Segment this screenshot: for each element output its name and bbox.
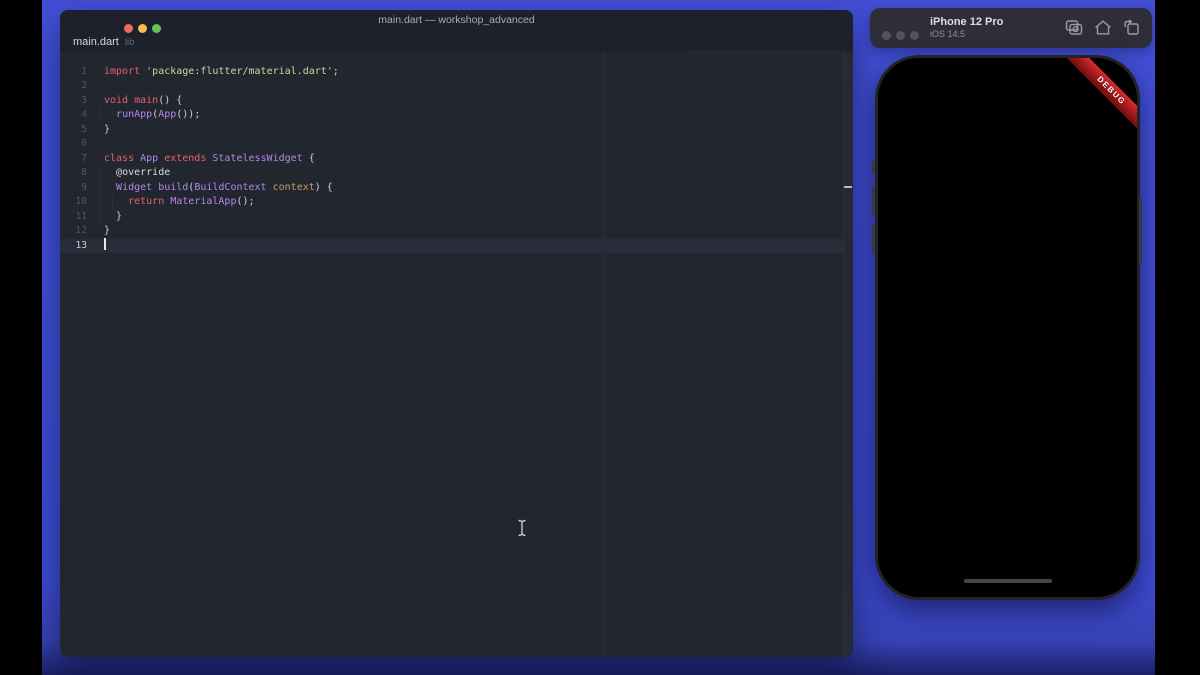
editor-window: main.dart — workshop_advanced main.dart l… [60, 10, 853, 657]
mouse-cursor-ibeam [516, 519, 528, 537]
code-line-4[interactable]: 4 runApp(App()); [60, 108, 843, 123]
line-number: 9 [81, 181, 87, 193]
code-line-1[interactable]: 1 import 'package:flutter/material.dart'; [60, 65, 843, 80]
code-editor[interactable]: 1 import 'package:flutter/material.dart';… [60, 52, 853, 657]
code-line-12[interactable]: 12} [60, 224, 843, 239]
line-number: 2 [81, 80, 87, 91]
code-line-10[interactable]: 10 return MaterialApp(); [60, 195, 843, 210]
simulator-os-version: iOS 14.5 [930, 29, 966, 39]
line-number: 10 [75, 196, 87, 207]
line-number: 13 [75, 239, 87, 251]
scrollbar-track[interactable] [843, 52, 853, 657]
tab-directory-hint: lib [124, 37, 135, 48]
code-line-8[interactable]: 8 @override [60, 166, 843, 181]
window-title: main.dart — workshop_advanced [378, 14, 535, 26]
line-number: 1 [81, 65, 87, 77]
sim-minimize-button[interactable] [896, 31, 905, 40]
line-number: 11 [75, 210, 87, 222]
line-number: 3 [81, 94, 87, 106]
tab-main-dart[interactable]: main.dart lib [73, 30, 134, 52]
sim-close-button[interactable] [882, 31, 891, 40]
simulator-toolbar: iPhone 12 Pro iOS 14.5 [870, 8, 1152, 48]
tab-bar: main.dartlib ⠿ Ⅱ ↷ ↓ ↑ ⚡ ↺ □ [60, 30, 853, 75]
volume-up-button [872, 186, 875, 216]
power-button [1139, 197, 1142, 265]
code-line-5[interactable]: 5} [60, 123, 843, 138]
code-line-7[interactable]: 7 class App extends StatelessWidget { [60, 152, 843, 167]
overview-ruler-cursor-mark [844, 186, 852, 188]
simulator-actions [1064, 8, 1142, 48]
window-header: main.dart — workshop_advanced main.dart l… [60, 10, 853, 75]
text-caret [104, 237, 106, 250]
simulator-device-name: iPhone 12 Pro [930, 16, 1004, 28]
home-indicator[interactable] [963, 578, 1052, 583]
code-line-6[interactable]: 6 [60, 137, 843, 152]
line-number: 6 [81, 138, 87, 149]
sim-zoom-button[interactable] [910, 31, 919, 40]
tab-file-name: main.dart [73, 36, 119, 48]
code-line-13[interactable]: 13 [60, 237, 843, 253]
line-number: 8 [81, 167, 87, 178]
line-number: 7 [81, 152, 87, 164]
rotate-device-icon[interactable] [1122, 19, 1142, 37]
line-number: 4 [81, 109, 87, 120]
line-number: 5 [81, 123, 87, 135]
code-line-3[interactable]: 3 void main() { [60, 94, 843, 109]
mute-switch [872, 160, 875, 174]
titlebar[interactable]: main.dart — workshop_advanced [60, 10, 853, 33]
screenshot-icon[interactable] [1064, 19, 1084, 37]
code-line-11[interactable]: 11 } [60, 209, 843, 224]
code-line-9[interactable]: 9 Widget build(BuildContext context) { [60, 180, 843, 195]
code-line-2[interactable]: 2 [60, 79, 843, 94]
line-number: 12 [75, 225, 87, 236]
code-lines: 1 import 'package:flutter/material.dart';… [60, 65, 843, 253]
iphone-frame: DEBUG [875, 55, 1140, 600]
home-icon[interactable] [1093, 19, 1113, 37]
volume-down-button [872, 224, 875, 254]
desktop-stage: main.dart — workshop_advanced main.dart l… [0, 0, 1200, 675]
